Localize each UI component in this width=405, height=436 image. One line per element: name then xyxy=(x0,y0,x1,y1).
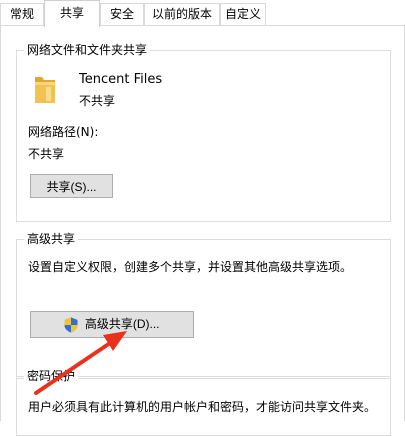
tab-previous-versions[interactable]: 以前的版本 xyxy=(144,3,220,25)
tab-strip: 常规 共享 安全 以前的版本 自定义 xyxy=(0,0,405,27)
advanced-sharing-description: 设置自定义权限，创建多个共享，并设置其他高级共享选项。 xyxy=(28,260,353,274)
folder-share-status: 不共享 xyxy=(79,94,116,108)
advanced-sharing-group-title: 高级共享 xyxy=(24,231,79,247)
password-protection-group-title: 密码保护 xyxy=(24,368,79,384)
uac-shield-icon xyxy=(64,317,78,333)
advanced-sharing-button-label: 高级共享(D)... xyxy=(84,317,160,332)
network-sharing-group-title: 网络文件和文件夹共享 xyxy=(24,42,151,58)
sharing-panel: 网络文件和文件夹共享 Tencent Files 不共享 网络路径(N): 不共… xyxy=(0,26,405,436)
tab-general[interactable]: 常规 xyxy=(0,3,44,25)
network-sharing-group: 网络文件和文件夹共享 Tencent Files 不共享 网络路径(N): 不共… xyxy=(16,42,391,222)
password-protection-description: 用户必须具有此计算机的用户帐户和密码，才能访问共享文件夹。 xyxy=(28,400,377,414)
share-button-label: 共享(S)... xyxy=(46,179,97,194)
tab-security[interactable]: 安全 xyxy=(100,3,144,25)
tab-customize[interactable]: 自定义 xyxy=(220,3,266,25)
advanced-sharing-group: 高级共享 设置自定义权限，创建多个共享，并设置其他高级共享选项。 高级共享(D)… xyxy=(16,231,391,379)
network-path-value: 不共享 xyxy=(28,147,65,161)
share-button[interactable]: 共享(S)... xyxy=(30,174,113,198)
advanced-sharing-button[interactable]: 高级共享(D)... xyxy=(30,311,194,338)
network-path-label: 网络路径(N): xyxy=(28,125,99,139)
folder-name: Tencent Files xyxy=(79,72,163,87)
password-protection-group: 密码保护 用户必须具有此计算机的用户帐户和密码，才能访问共享文件夹。 xyxy=(16,368,391,436)
folder-icon xyxy=(35,77,55,103)
tab-sharing[interactable]: 共享 xyxy=(44,0,100,27)
